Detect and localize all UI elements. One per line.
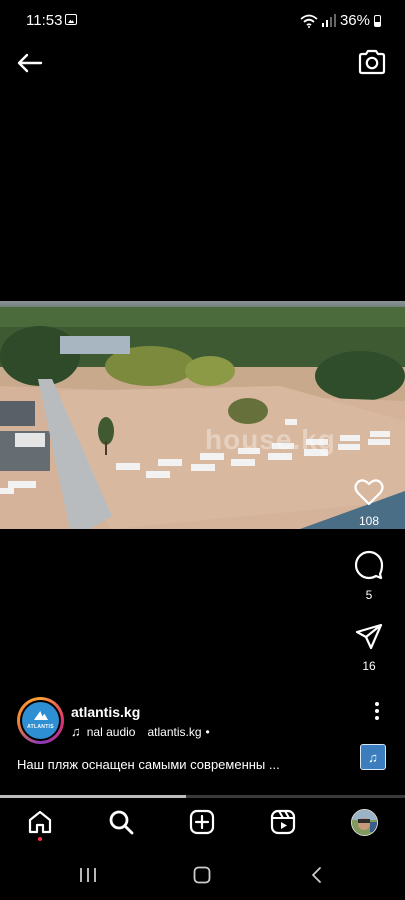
create-icon: [189, 809, 215, 835]
post-photo[interactable]: house.kg: [0, 301, 405, 529]
profile-avatar: [350, 808, 378, 836]
more-options-button[interactable]: [369, 700, 385, 722]
comment-icon[interactable]: [354, 550, 384, 580]
back-system-button[interactable]: [296, 858, 336, 892]
author-username[interactable]: atlantis.kg: [71, 704, 140, 720]
arrow-left-icon: [17, 53, 43, 73]
avatar-logo-text: ATLANTIS: [27, 723, 54, 730]
share-count: 16: [362, 659, 376, 673]
camera-button[interactable]: [357, 47, 387, 77]
reels-icon: [270, 809, 296, 835]
bottom-navigation: [0, 805, 405, 845]
camera-icon: [358, 49, 386, 75]
nav-profile[interactable]: [347, 805, 381, 839]
video-progress-bar[interactable]: [0, 795, 405, 798]
audio-separator: •: [205, 724, 210, 739]
like-count: 108: [358, 514, 380, 528]
wifi-icon: [300, 14, 318, 28]
system-navigation: [0, 858, 405, 892]
heart-icon[interactable]: [354, 478, 384, 506]
gallery-icon: [65, 14, 77, 25]
chevron-left-icon: [312, 867, 321, 883]
more-vertical-icon: [375, 702, 379, 720]
nav-reels[interactable]: [266, 805, 300, 839]
audio-creator: atlantis.kg: [147, 724, 202, 739]
battery-icon: [374, 14, 381, 27]
home-square-icon: [193, 866, 211, 884]
audio-info[interactable]: ♫ nal audio atlantis.kg •: [71, 724, 210, 739]
nav-search[interactable]: [104, 805, 138, 839]
status-bar: 11:53 36%: [0, 0, 405, 42]
status-indicators: 36%: [300, 12, 381, 29]
home-icon: [28, 810, 52, 834]
nav-create[interactable]: [185, 805, 219, 839]
home-system-button[interactable]: [182, 858, 222, 892]
recent-apps-icon: [80, 868, 96, 882]
recent-apps-button[interactable]: [68, 858, 108, 892]
audio-thumbnail[interactable]: ♫: [360, 744, 386, 770]
comment-action[interactable]: 5: [347, 550, 391, 602]
music-note-icon: ♫: [368, 749, 378, 765]
share-icon[interactable]: [354, 623, 384, 651]
comment-count: 5: [365, 588, 373, 602]
share-action[interactable]: 16: [347, 623, 391, 673]
like-action[interactable]: 108: [347, 478, 391, 528]
photo-watermark: house.kg: [205, 424, 336, 455]
back-button[interactable]: [14, 47, 46, 79]
status-time: 11:53: [26, 12, 63, 29]
battery-percent: 36%: [339, 12, 370, 29]
author-avatar[interactable]: ATLANTIS: [17, 697, 64, 744]
nav-home[interactable]: [23, 805, 57, 839]
music-note-icon: ♫: [71, 724, 81, 739]
search-icon: [109, 810, 134, 835]
post-caption[interactable]: Наш пляж оснащен самыми современны ...: [17, 757, 280, 772]
signal-icon: [321, 14, 336, 27]
audio-track-name: nal audio: [86, 724, 136, 739]
progress-fill: [0, 795, 187, 798]
notification-dot: [38, 837, 42, 841]
